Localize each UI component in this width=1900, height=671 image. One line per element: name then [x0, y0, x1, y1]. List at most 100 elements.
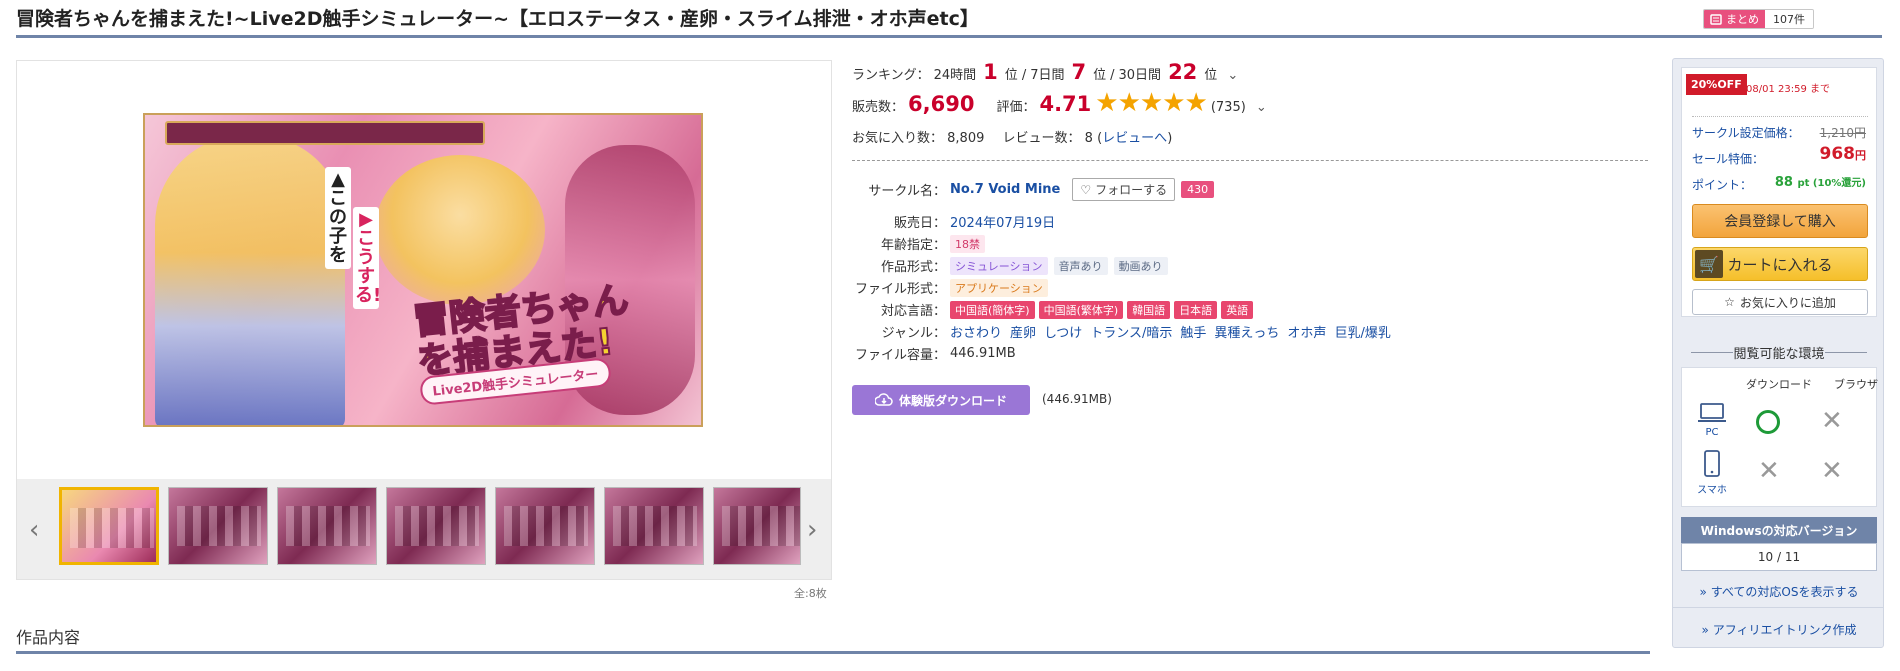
- star-rating-icon: ★★★★★: [1095, 88, 1208, 118]
- release-date-link[interactable]: 2024年07月19日: [950, 212, 1055, 231]
- section-divider: [16, 651, 1650, 654]
- affiliate-link[interactable]: » アフィリエイトリンク作成: [1673, 621, 1885, 638]
- chevron-down-icon[interactable]: ⌄: [1256, 100, 1267, 115]
- spec-row-size: ファイル容量： 446.91MB: [854, 346, 1016, 363]
- format-tag[interactable]: 動画あり: [1113, 256, 1168, 275]
- dotted-divider: [852, 160, 1648, 161]
- env-pc: PC: [1692, 402, 1732, 438]
- language-tag[interactable]: 日本語: [1174, 300, 1218, 319]
- spec-row-filetype: ファイル形式： アプリケーション: [852, 278, 1048, 297]
- add-to-cart-button[interactable]: 🛒 カートに入れる: [1692, 247, 1868, 281]
- thumbnail-strip: ‹ ›: [17, 479, 831, 579]
- image-total-count: 全:8枚: [794, 587, 827, 600]
- favorites-reviews: お気に入り数： 8,809 レビュー数： 8 (レビューへ): [852, 131, 1173, 146]
- rating-value: 4.71: [1039, 92, 1092, 116]
- main-product-image[interactable]: ▲この子を ▶こうする! 冒険者ちゃんを捕まえた! Live2D触手シミュレータ…: [143, 113, 703, 427]
- thumbnail[interactable]: [59, 487, 159, 565]
- thumbnail[interactable]: [495, 487, 595, 565]
- rating-count: (735): [1210, 100, 1246, 115]
- matome-icon: [1710, 13, 1722, 25]
- trial-size: (446.91MB): [1042, 392, 1112, 406]
- cart-icon: 🛒: [1695, 250, 1723, 278]
- show-all-os-link[interactable]: » すべての対応OSを表示する: [1673, 583, 1885, 600]
- section-title: 作品内容: [16, 628, 81, 647]
- env-phone: スマホ: [1692, 450, 1732, 496]
- file-size-value: 446.91MB: [950, 346, 1016, 361]
- spec-row-language: 対応言語： 中国語(簡体字) 中国語(繁体字) 韓国語 日本語 英語: [852, 300, 1254, 319]
- genre-link[interactable]: おさわり: [950, 322, 1002, 341]
- genre-link[interactable]: 産卵: [1010, 322, 1036, 341]
- windows-version-value: 10 / 11: [1681, 543, 1877, 571]
- chevron-down-icon[interactable]: ⌄: [1227, 68, 1238, 83]
- rank-30d: 22: [1168, 60, 1198, 84]
- genre-link[interactable]: 触手: [1180, 322, 1206, 341]
- sales-count: 6,690: [908, 92, 975, 116]
- heart-icon: ♡: [1080, 182, 1092, 197]
- format-tag[interactable]: シミュレーション: [950, 256, 1048, 275]
- language-tag[interactable]: 英語: [1221, 300, 1254, 319]
- chevron-right-icon[interactable]: ›: [807, 515, 817, 545]
- genre-link[interactable]: トランス/暗示: [1090, 322, 1172, 341]
- spec-row-release: 販売日： 2024年07月19日: [852, 212, 1055, 231]
- spec-row-format: 作品形式： シミュレーション 音声あり 動画あり: [852, 256, 1168, 275]
- format-tag[interactable]: 音声あり: [1053, 256, 1108, 275]
- spec-row-age: 年齢指定： 18禁: [852, 234, 985, 253]
- thumbnail[interactable]: [168, 487, 268, 565]
- smartphone-icon: [1704, 450, 1720, 477]
- spec-row-genre: ジャンル： おさわり 産卵 しつけ トランス/暗示 触手 異種えっち オホ声 巨…: [852, 322, 1399, 341]
- thumbnail[interactable]: [713, 487, 801, 565]
- ranking: ランキング： 24時間 1 位 / 7日間 7 位 / 30日間 22 位 ⌄: [852, 60, 1239, 84]
- environment-box: ダウンロード ブラウザ PC スマホ ✕ ✕ ✕: [1681, 367, 1878, 507]
- thumbnail[interactable]: [604, 487, 704, 565]
- available-circle-icon: [1756, 410, 1780, 434]
- unavailable-x-icon: ✕: [1821, 456, 1843, 486]
- rank-7d: 7: [1071, 60, 1087, 84]
- language-tag[interactable]: 韓国語: [1127, 300, 1171, 319]
- member-register-purchase-button[interactable]: 会員登録して購入: [1692, 204, 1868, 238]
- matome-button[interactable]: まとめ 107件: [1703, 9, 1814, 29]
- sale-end-date: 08/01 23:59 まで: [1746, 84, 1830, 95]
- age-rating-badge[interactable]: 18禁: [950, 234, 985, 253]
- thumbnail[interactable]: [277, 487, 377, 565]
- purchase-panel: 20%OFF 08/01 23:59 まで サークル設定価格： 1,210円 セ…: [1672, 58, 1884, 648]
- matome-count: 107件: [1765, 10, 1813, 28]
- unavailable-x-icon: ✕: [1758, 456, 1780, 486]
- list-price: 1,210円: [1819, 126, 1866, 140]
- discount-badge: 20%OFF: [1686, 74, 1747, 95]
- favorites-count: 8,809: [947, 131, 985, 146]
- points-value: 88 pt (10%還元): [1774, 175, 1866, 190]
- star-icon: ☆: [1724, 295, 1735, 309]
- add-favorite-button[interactable]: ☆ お気に入りに追加: [1692, 289, 1868, 315]
- genre-link[interactable]: しつけ: [1044, 322, 1082, 341]
- image-callout-2: ▶こうする!: [353, 207, 381, 310]
- reviews-count: 8: [1084, 131, 1093, 146]
- env-col-browser: ブラウザ: [1834, 378, 1878, 391]
- rank-24h: 1: [983, 60, 998, 84]
- cloud-download-icon: [874, 393, 893, 406]
- reviews-link[interactable]: レビューへ: [1102, 131, 1167, 146]
- windows-version-header: Windowsの対応バージョン: [1681, 517, 1877, 543]
- env-col-download: ダウンロード: [1746, 378, 1812, 391]
- genre-link[interactable]: 巨乳/爆乳: [1334, 322, 1390, 341]
- filetype-tag[interactable]: アプリケーション: [950, 278, 1048, 297]
- sales-rating: 販売数： 6,690 評価： 4.71 ★★★★★ (735) ⌄: [852, 88, 1267, 118]
- language-tag[interactable]: 中国語(繁体字): [1038, 300, 1124, 319]
- unavailable-x-icon: ✕: [1821, 406, 1843, 436]
- follow-count-badge: 430: [1181, 181, 1215, 198]
- chevron-left-icon[interactable]: ‹: [29, 515, 39, 545]
- pc-icon: [1698, 403, 1726, 422]
- price-box: 20%OFF 08/01 23:59 まで サークル設定価格： 1,210円 セ…: [1681, 67, 1877, 317]
- title-divider: [16, 35, 1882, 38]
- environment-title: 閲覧可能な環境: [1673, 343, 1885, 362]
- language-tag[interactable]: 中国語(簡体字): [950, 300, 1035, 319]
- matome-label: まとめ: [1726, 13, 1759, 26]
- trial-download-button[interactable]: 体験版ダウンロード: [852, 385, 1030, 415]
- image-callout-1: ▲この子を: [325, 167, 351, 270]
- genre-link[interactable]: オホ声: [1287, 322, 1326, 341]
- genre-link[interactable]: 異種えっち: [1214, 322, 1279, 341]
- thumbnail[interactable]: [386, 487, 486, 565]
- follow-button[interactable]: ♡ フォローする: [1072, 178, 1176, 201]
- spec-row-circle: サークル名： No.7 Void Mine ♡ フォローする 430: [852, 178, 1215, 201]
- circle-name-link[interactable]: No.7 Void Mine: [950, 182, 1060, 197]
- page-title: 冒険者ちゃんを捕まえた!~Live2D触手シミュレーター~【エロステータス・産卵…: [16, 8, 979, 30]
